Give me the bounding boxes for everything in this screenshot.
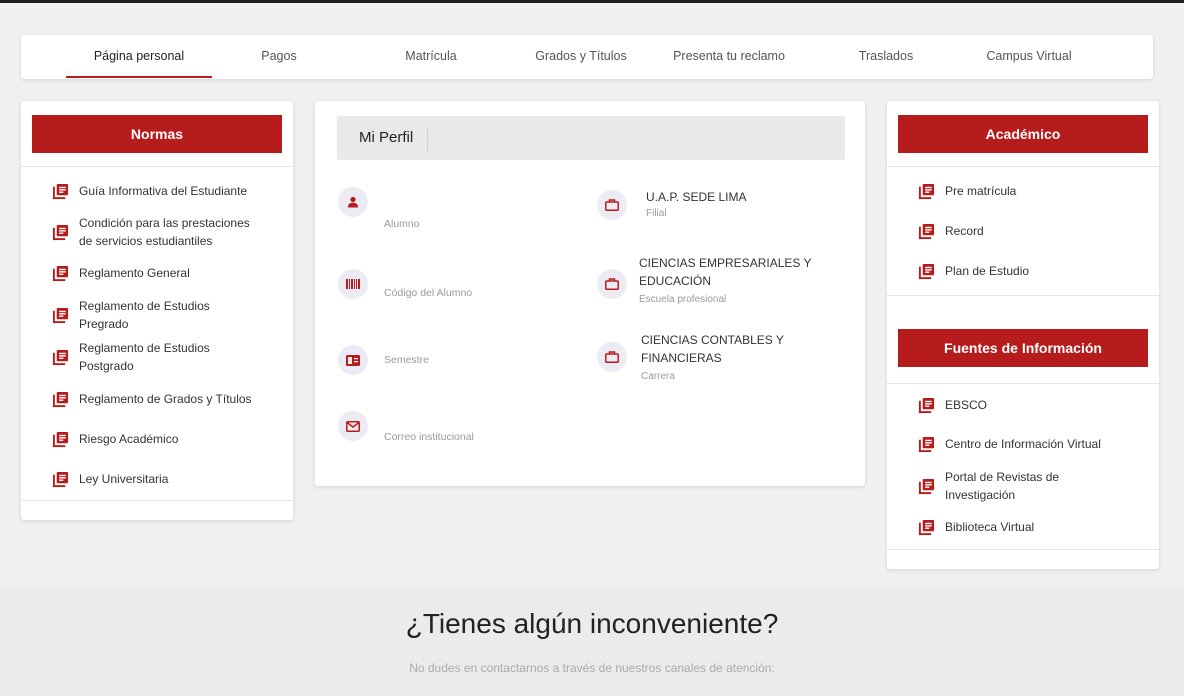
profile-value-carrera: CIENCIAS CONTABLES Y FINANCIERAS: [641, 333, 784, 365]
normas-header: Normas: [32, 115, 282, 153]
envelope-icon: [338, 411, 368, 441]
fuentes-header: Fuentes de Información: [898, 329, 1148, 367]
document-icon: [52, 224, 69, 240]
document-icon: [918, 397, 935, 413]
document-icon: [918, 263, 935, 279]
fuentes-link-label: Biblioteca Virtual: [945, 520, 1035, 534]
top-border: [0, 0, 1184, 10]
academico-link[interactable]: Plan de Estudio: [918, 262, 1138, 280]
footer-title: ¿Tienes algún inconveniente?: [405, 608, 779, 639]
briefcase-icon: [597, 342, 627, 372]
academico-card: Académico Pre matrícula Record Plan de E…: [887, 101, 1159, 569]
normas-link[interactable]: Reglamento de Estudios Postgrado: [52, 339, 232, 375]
profile-label-escuela: Escuela profesional: [639, 294, 727, 305]
document-icon: [52, 431, 69, 447]
normas-link[interactable]: Ley Universitaria: [52, 470, 282, 488]
main-nav: Página personal Pagos Matrícula Grados y…: [21, 35, 1153, 79]
academico-link[interactable]: Pre matrícula: [918, 182, 1138, 200]
document-icon: [918, 183, 935, 199]
document-icon: [52, 183, 69, 199]
profile-label-alumno: Alumno: [384, 218, 420, 230]
fuentes-link-label: EBSCO: [945, 398, 988, 412]
academico-header: Académico: [898, 115, 1148, 153]
document-icon: [918, 519, 935, 535]
nav-tab-campus-virtual[interactable]: Campus Virtual: [974, 35, 1084, 79]
normas-link-label: Ley Universitaria: [79, 472, 169, 486]
academico-link[interactable]: Record: [918, 222, 1138, 240]
fuentes-link-label: Portal de Revistas de Investigación: [945, 470, 1060, 502]
document-icon: [52, 265, 69, 281]
normas-link-label: Reglamento de Grados y Títulos: [79, 392, 252, 406]
divider: [21, 500, 293, 501]
profile-label-filial: Filial: [646, 208, 667, 219]
footer-subtitle: No dudes en contactarnos a través de nue…: [409, 661, 775, 675]
profile-label-codigo: Código del Alumno: [384, 287, 473, 299]
document-icon: [918, 436, 935, 452]
normas-link[interactable]: Reglamento de Grados y Títulos: [52, 390, 287, 408]
normas-link[interactable]: Reglamento General: [52, 264, 282, 282]
fuentes-link[interactable]: Biblioteca Virtual: [918, 518, 1138, 536]
profile-card: Mi Perfil Alumno Código del Alumno Semes…: [315, 101, 865, 486]
profile-value-filial: U.A.P. SEDE LIMA: [646, 190, 747, 204]
divider: [887, 549, 1159, 550]
nav-tab-matricula[interactable]: Matrícula: [396, 35, 466, 79]
fuentes-link[interactable]: Portal de Revistas de Investigación: [918, 468, 1088, 504]
divider: [887, 383, 1159, 384]
briefcase-icon: [597, 269, 627, 299]
normas-link[interactable]: Condición para las prestaciones de servi…: [52, 214, 252, 250]
normas-link-label: Condición para las prestaciones de servi…: [79, 216, 250, 248]
divider: [21, 166, 293, 167]
normas-link[interactable]: Riesgo Académico: [52, 430, 282, 448]
academico-link-label: Pre matrícula: [945, 184, 1017, 198]
profile-label-carrera: Carrera: [641, 371, 675, 382]
normas-link-label: Reglamento General: [79, 266, 190, 280]
normas-link-label: Riesgo Académico: [79, 432, 179, 446]
normas-link[interactable]: Reglamento de Estudios Pregrado: [52, 297, 232, 333]
divider: [887, 166, 1159, 167]
divider: [887, 295, 1159, 296]
nav-tab-traslados[interactable]: Traslados: [851, 35, 921, 79]
document-icon: [52, 349, 69, 365]
nav-tab-pagos[interactable]: Pagos: [251, 35, 307, 79]
document-icon: [52, 307, 69, 323]
id-card-icon: [338, 345, 368, 375]
document-icon: [918, 223, 935, 239]
nav-tab-presenta-reclamo[interactable]: Presenta tu reclamo: [659, 35, 799, 79]
normas-link-label: Guía Informativa del Estudiante: [79, 184, 248, 198]
profile-header: Mi Perfil: [337, 116, 845, 160]
profile-title: Mi Perfil: [359, 129, 429, 151]
normas-link[interactable]: Guía Informativa del Estudiante: [52, 182, 282, 200]
profile-label-semestre: Semestre: [384, 354, 429, 366]
document-icon: [52, 471, 69, 487]
document-icon: [918, 478, 935, 494]
document-icon: [52, 391, 69, 407]
fuentes-link[interactable]: Centro de Información Virtual: [918, 435, 1153, 453]
briefcase-icon: [597, 190, 627, 220]
nav-tab-grados-titulos[interactable]: Grados y Títulos: [526, 35, 636, 79]
fuentes-link-label: Centro de Información Virtual: [945, 437, 1101, 451]
normas-link-label: Reglamento de Estudios Postgrado: [79, 341, 210, 373]
barcode-icon: [338, 269, 368, 299]
person-icon: [338, 187, 368, 217]
normas-link-label: Reglamento de Estudios Pregrado: [79, 299, 210, 331]
normas-card: Normas Guía Informativa del Estudiante C…: [21, 101, 293, 520]
academico-link-label: Plan de Estudio: [945, 264, 1030, 278]
academico-link-label: Record: [945, 224, 984, 238]
fuentes-link[interactable]: EBSCO: [918, 396, 1138, 414]
profile-value-escuela: CIENCIAS EMPRESARIALES Y EDUCACIÓN: [639, 256, 812, 288]
profile-label-correo: Correo institucional: [384, 431, 474, 443]
nav-tab-pagina-personal[interactable]: Página personal: [66, 35, 212, 79]
contact-footer: ¿Tienes algún inconveniente? No dudes en…: [0, 588, 1184, 696]
